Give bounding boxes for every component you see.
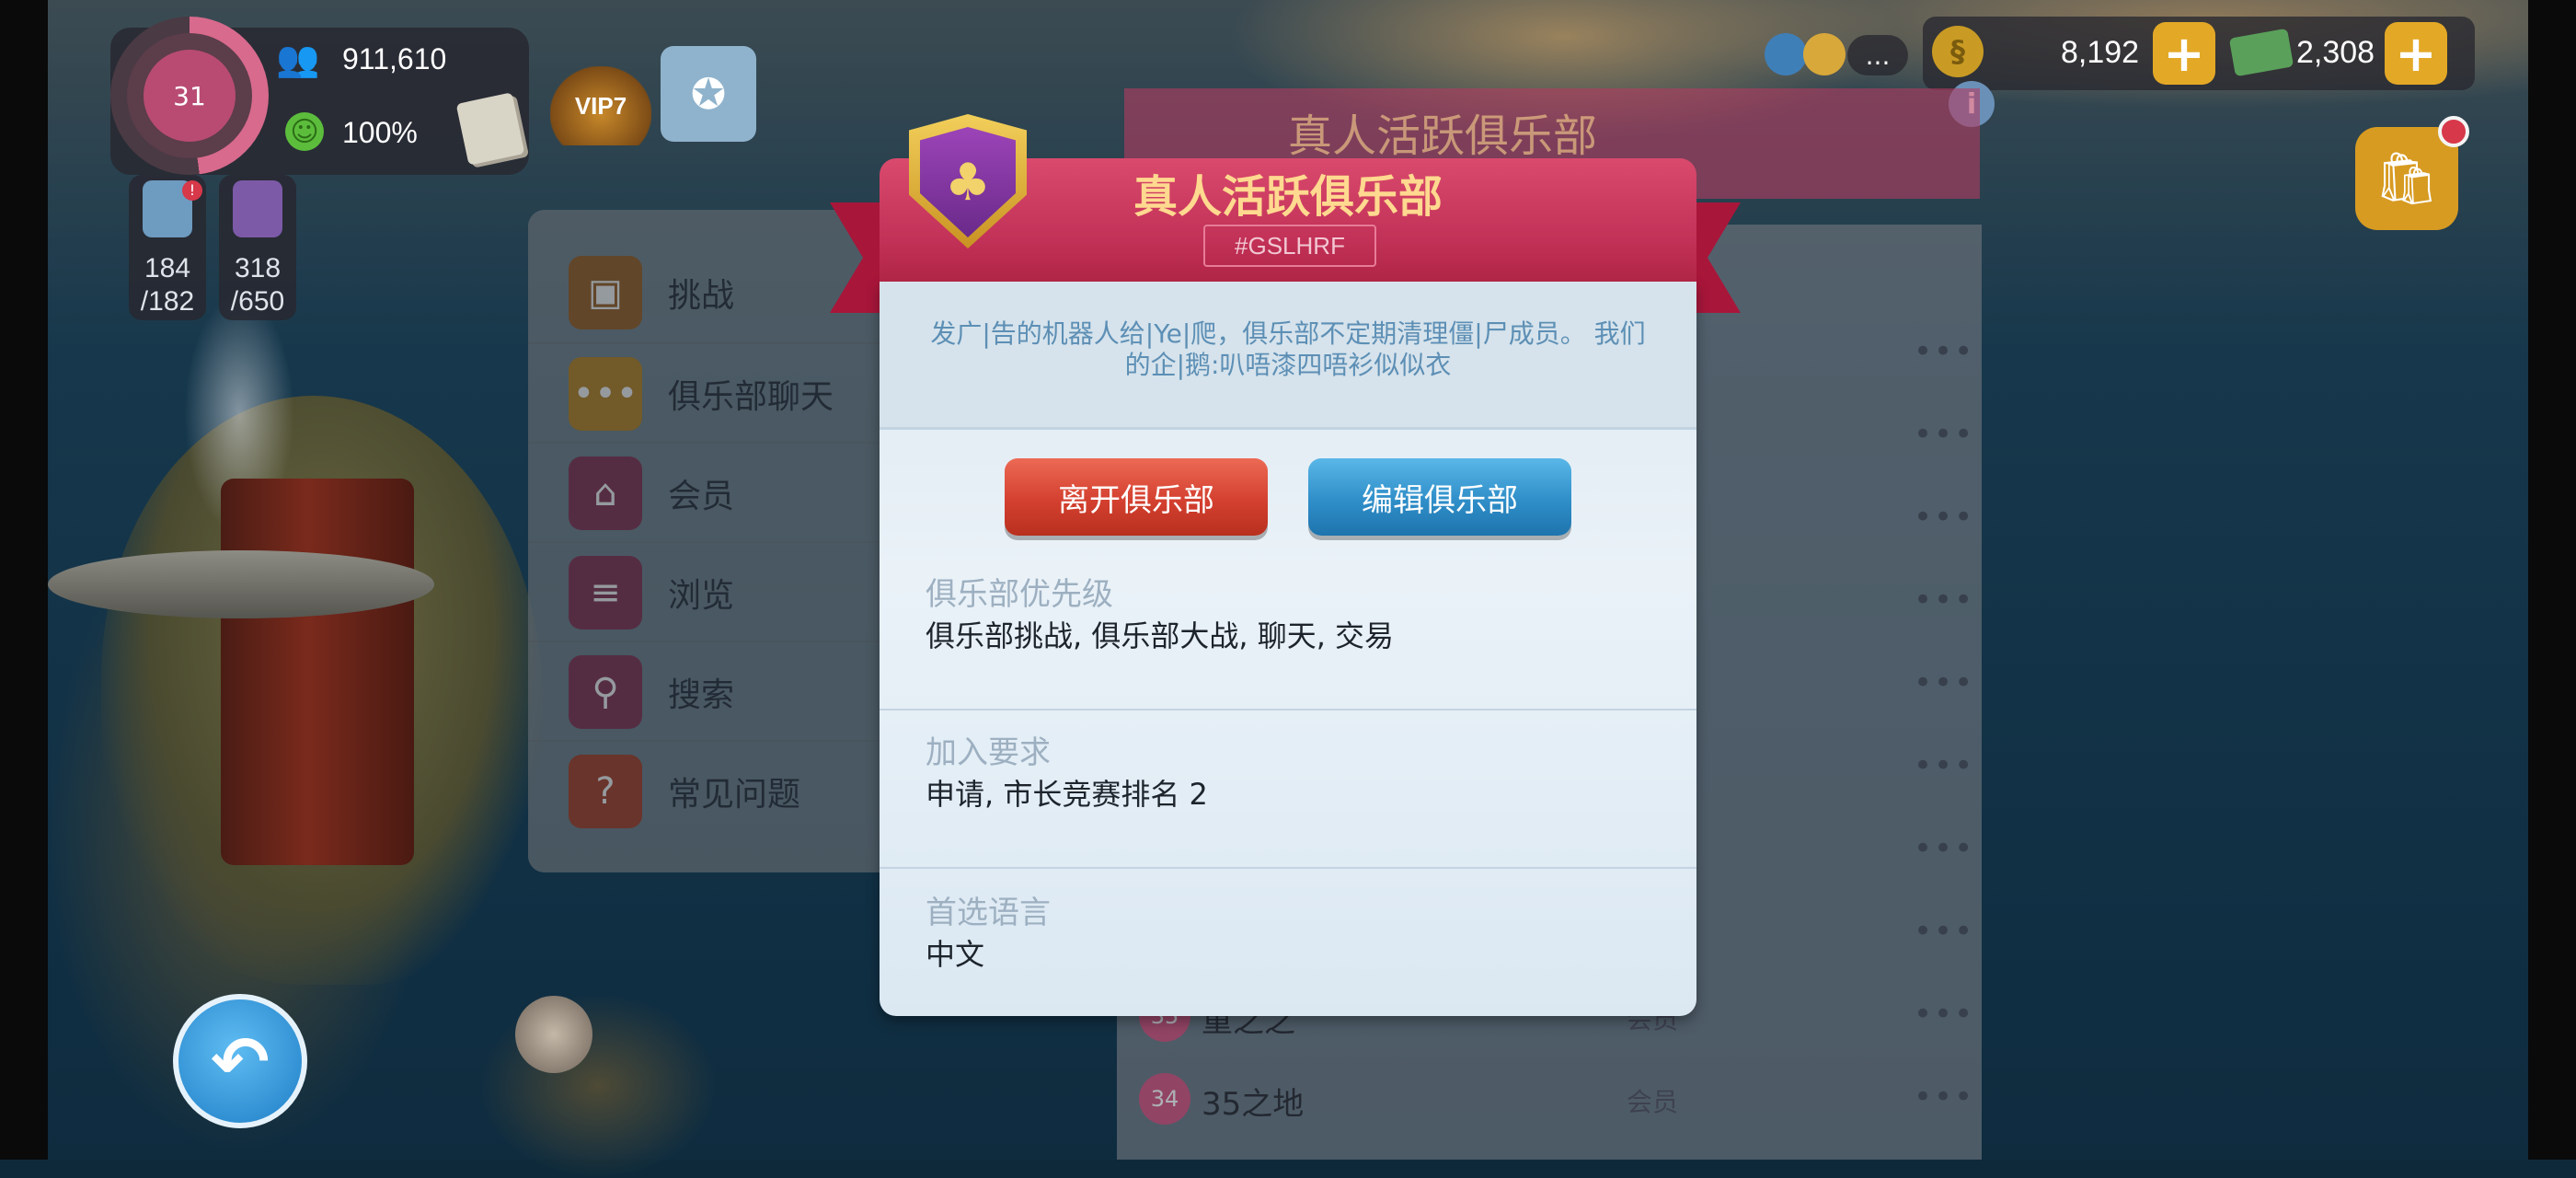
red-tower-building[interactable] xyxy=(221,479,414,865)
satellite-dish[interactable] xyxy=(515,996,592,1073)
more-button[interactable]: ... xyxy=(1847,35,1908,75)
warehouse-icon xyxy=(233,180,282,237)
club-name: 真人活跃俱乐部 xyxy=(1133,171,1443,223)
blimp[interactable] xyxy=(48,550,434,618)
join-requirement-value: 申请, 市长竞赛排名 2 xyxy=(926,777,1208,812)
simoleon-icon: § xyxy=(1932,26,1984,77)
storage-2-current: 318 xyxy=(234,253,282,283)
back-arrow-icon[interactable]: ↶ xyxy=(173,994,307,1128)
population-value: 911,610 xyxy=(342,42,447,75)
section-divider xyxy=(880,709,1696,710)
edit-club-button[interactable]: 编辑俱乐部 xyxy=(1308,458,1571,536)
language-label: 首选语言 xyxy=(926,895,1051,931)
storage-1-current: 184 xyxy=(144,253,191,283)
happiness-value: 100% xyxy=(342,116,418,149)
level-badge[interactable]: 31 xyxy=(144,50,236,142)
storage-box-1[interactable]: ! 184 /182 xyxy=(129,175,206,320)
add-simcash-button[interactable]: + xyxy=(2385,22,2447,85)
key-icon[interactable] xyxy=(1803,33,1846,75)
storage-2-max: /650 xyxy=(230,286,285,317)
club-tag: #GSLHRF xyxy=(1203,225,1376,267)
join-requirement-label: 加入要求 xyxy=(926,734,1051,771)
right-letterbox xyxy=(2528,0,2576,1160)
vip-crown-icon[interactable]: VIP7 xyxy=(550,66,651,145)
simoleons-value: 8,192 xyxy=(2061,35,2140,70)
happiness-icon: ☺ xyxy=(285,112,324,151)
members-header-title: 真人活跃俱乐部 xyxy=(1288,110,1598,162)
population-icon: 👥 xyxy=(276,39,320,79)
add-simoleons-button[interactable]: + xyxy=(2153,22,2215,85)
club-description-line-2: 的企|鹅:叭唔漆四唔衫似似衣 xyxy=(1124,350,1452,380)
priority-value: 俱乐部挑战, 俱乐部大战, 聊天, 交易 xyxy=(926,618,1395,653)
section-divider xyxy=(880,867,1696,869)
left-letterbox xyxy=(0,0,48,1160)
storage-box-2[interactable]: 318 /650 xyxy=(219,175,296,320)
priority-label: 俱乐部优先级 xyxy=(926,576,1113,613)
small-island xyxy=(478,994,718,1178)
club-description-line-1: 发广|告的机器人给|Ye|爬，俱乐部不定期清理僵|尸成员。 我们 xyxy=(930,318,1646,349)
language-value: 中文 xyxy=(926,937,985,972)
simcash-value: 2,308 xyxy=(2296,35,2375,70)
notification-icon[interactable] xyxy=(1765,33,1807,75)
leave-club-button[interactable]: 离开俱乐部 xyxy=(1005,458,1268,536)
alert-badge: ! xyxy=(182,180,202,201)
award-ribbon-icon[interactable]: ✪ xyxy=(661,46,756,142)
shop-notification-dot xyxy=(2438,116,2469,147)
storage-1-max: /182 xyxy=(140,286,195,317)
